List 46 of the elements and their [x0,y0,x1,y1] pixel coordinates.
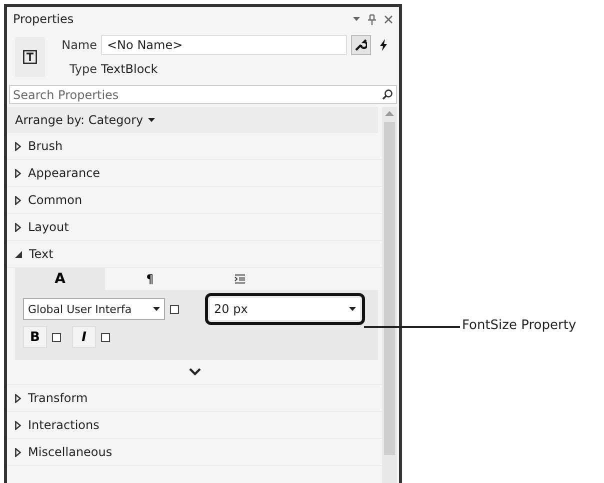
category-row[interactable]: Miscellaneous [7,439,382,466]
type-value: TextBlock [101,62,159,76]
dropdown-icon[interactable] [353,17,360,21]
callout-label: FontSize Property [462,318,576,333]
panel-title: Properties [13,12,75,26]
category-row[interactable]: Transform [7,385,382,412]
category-label: Common [28,193,82,207]
category-row[interactable]: Common [7,187,382,214]
indent-icon [234,274,246,284]
font-family-dropdown[interactable]: Global User Interfa [23,298,165,320]
textblock-icon [15,37,45,77]
property-marker-icon [170,304,179,314]
italic-button[interactable]: I [72,326,96,348]
category-label: Appearance [28,166,100,180]
category-label: Layout [28,220,69,234]
font-size-dropdown[interactable]: 20 px [210,298,360,320]
category-row[interactable]: Appearance [7,160,382,187]
property-marker-icon [52,332,61,342]
font-tab[interactable]: A [15,268,105,290]
category-row[interactable]: Interactions [7,412,382,439]
category-row[interactable]: Brush [7,133,382,160]
close-icon[interactable] [384,14,393,24]
scrollbar[interactable] [382,107,397,483]
property-marker-icon [101,332,110,342]
dropdown-caret-icon [349,307,356,311]
category-label: Interactions [28,418,100,432]
dropdown-caret-icon [153,307,160,311]
name-label: Name [60,38,97,52]
pin-icon[interactable] [368,14,376,24]
category-row[interactable]: Layout [7,214,382,241]
search-icon [382,89,393,100]
category-label: Text [29,247,54,261]
bold-button[interactable]: B [23,326,47,348]
properties-view-button[interactable] [351,35,371,55]
category-label: Transform [28,391,88,405]
type-label: Type [68,62,97,76]
search-field[interactable]: Search Properties [9,85,397,104]
name-field[interactable]: <No Name> [101,35,347,55]
paragraph-tab[interactable]: ¶ [105,268,195,290]
category-label: Brush [28,139,63,153]
dropdown-caret-icon [148,118,156,122]
lightning-icon [378,39,388,51]
arrange-by-dropdown[interactable]: Arrange by: Category [7,107,378,133]
chevron-down-icon[interactable] [188,368,200,376]
wrench-icon [355,39,367,51]
category-label: Miscellaneous [28,445,112,459]
